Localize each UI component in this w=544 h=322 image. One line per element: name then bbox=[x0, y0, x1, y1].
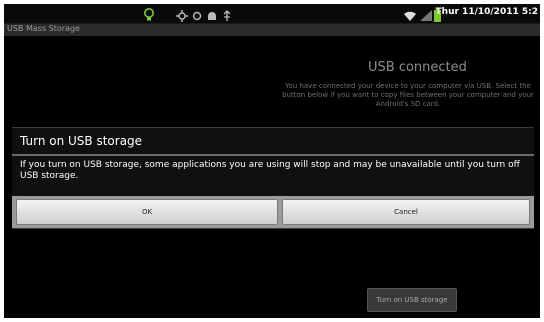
dialog-divider bbox=[12, 154, 534, 156]
cancel-button[interactable]: Cancel bbox=[282, 199, 530, 225]
device-screen: Thur 11/10/2011 5:2 USB Mass Storage USB… bbox=[4, 4, 540, 318]
window-title: USB Mass Storage bbox=[7, 24, 80, 33]
dialog-title: Turn on USB storage bbox=[20, 134, 143, 148]
status-clock: Thur 11/10/2011 5:2 bbox=[435, 7, 538, 17]
usb-connected-heading: USB connected bbox=[368, 60, 467, 75]
ok-button[interactable]: OK bbox=[16, 199, 278, 225]
usb-connected-description: You have connected your device to your c… bbox=[282, 82, 534, 108]
turn-on-usb-storage-button[interactable]: Turn on USB storage bbox=[367, 288, 457, 312]
status-bar: Thur 11/10/2011 5:2 bbox=[4, 4, 540, 24]
title-bar: USB Mass Storage bbox=[4, 24, 540, 36]
turn-on-usb-storage-dialog: Turn on USB storage If you turn on USB s… bbox=[12, 127, 534, 229]
dialog-message: If you turn on USB storage, some applica… bbox=[20, 160, 520, 181]
dialog-button-bar: OK Cancel bbox=[12, 196, 534, 228]
